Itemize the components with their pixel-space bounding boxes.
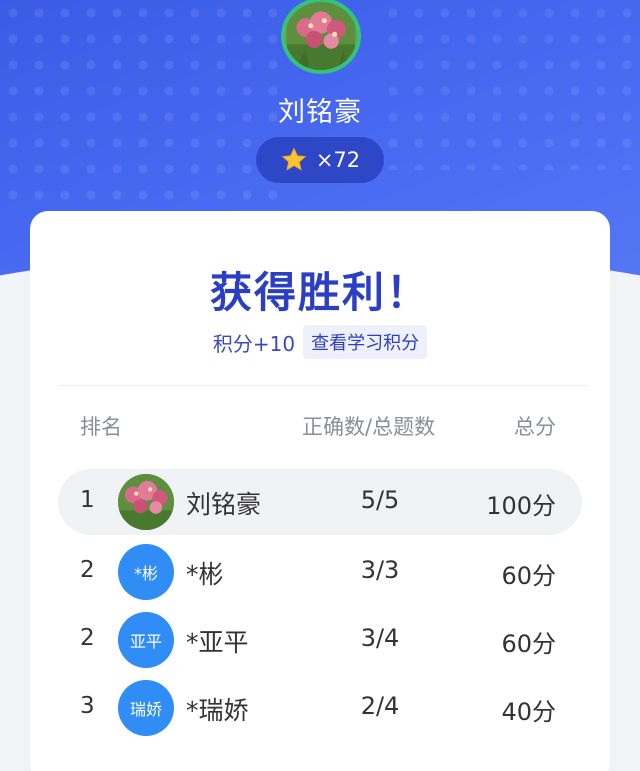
view-points-link[interactable]: 查看学习积分	[303, 325, 428, 359]
ranking-row-4[interactable]: 3 瑞娇 *瑞娇 2/4 40分	[30, 675, 610, 743]
row-name: *亚平	[186, 628, 249, 657]
dot-pattern-right	[380, 0, 640, 170]
ranking-row-3[interactable]: 2 亚平 *亚平 3/4 60分	[30, 607, 610, 675]
header-ratio: 正确数/总题数	[302, 415, 436, 439]
row-ratio-text: 2/4	[360, 692, 400, 720]
row-avatar	[118, 474, 174, 530]
row-name: *瑞娇	[186, 696, 249, 725]
result-card: 获得胜利！ 积分+10 查看学习积分 排名 正确数/总题数 总分 1 刘铭豪 5…	[30, 211, 610, 771]
divider	[58, 385, 588, 386]
ranking-row-1[interactable]: 1 刘铭豪 5/5 100分	[30, 469, 610, 539]
user-name: 刘铭豪	[278, 97, 362, 128]
row-score: 60分	[501, 630, 556, 658]
flower-photo-icon	[287, 2, 355, 70]
row-ratio-text: 5/5	[360, 486, 400, 514]
row-avatar: 瑞娇	[118, 680, 174, 736]
ranking-header: 排名 正确数/总题数 总分	[30, 411, 610, 439]
points-earned: 积分+10	[212, 331, 296, 356]
row-avatar: 亚平	[118, 612, 174, 668]
row-score: 100分	[486, 492, 556, 520]
star-icon	[281, 147, 307, 171]
result-title: 获得胜利！	[209, 268, 430, 317]
row-name: *彬	[186, 560, 224, 589]
row-name: 刘铭豪	[186, 490, 262, 519]
ranking-list: 1 刘铭豪 5/5 100分 2 *彬 *彬 3/3 60分 2 亚平 *亚平 …	[30, 469, 610, 743]
row-score: 60分	[501, 562, 556, 590]
ranking-row-2[interactable]: 2 *彬 *彬 3/3 60分	[30, 539, 610, 607]
row-ratio-text: 3/4	[360, 624, 400, 652]
row-rank: 3	[80, 693, 95, 719]
row-rank: 1	[80, 487, 95, 513]
row-ratio-text: 3/3	[360, 556, 400, 584]
row-rank: 2	[80, 625, 95, 651]
row-score: 40分	[501, 698, 556, 726]
star-count: ×72	[315, 148, 361, 172]
header-total: 总分	[514, 415, 556, 439]
row-rank: 2	[80, 557, 95, 583]
user-avatar[interactable]	[281, 0, 361, 74]
header-rank: 排名	[80, 415, 122, 439]
flower-photo-icon	[118, 474, 174, 530]
points-row: 积分+10 查看学习积分	[30, 325, 610, 359]
row-avatar: *彬	[118, 544, 174, 600]
star-count-badge: ×72	[256, 137, 384, 183]
